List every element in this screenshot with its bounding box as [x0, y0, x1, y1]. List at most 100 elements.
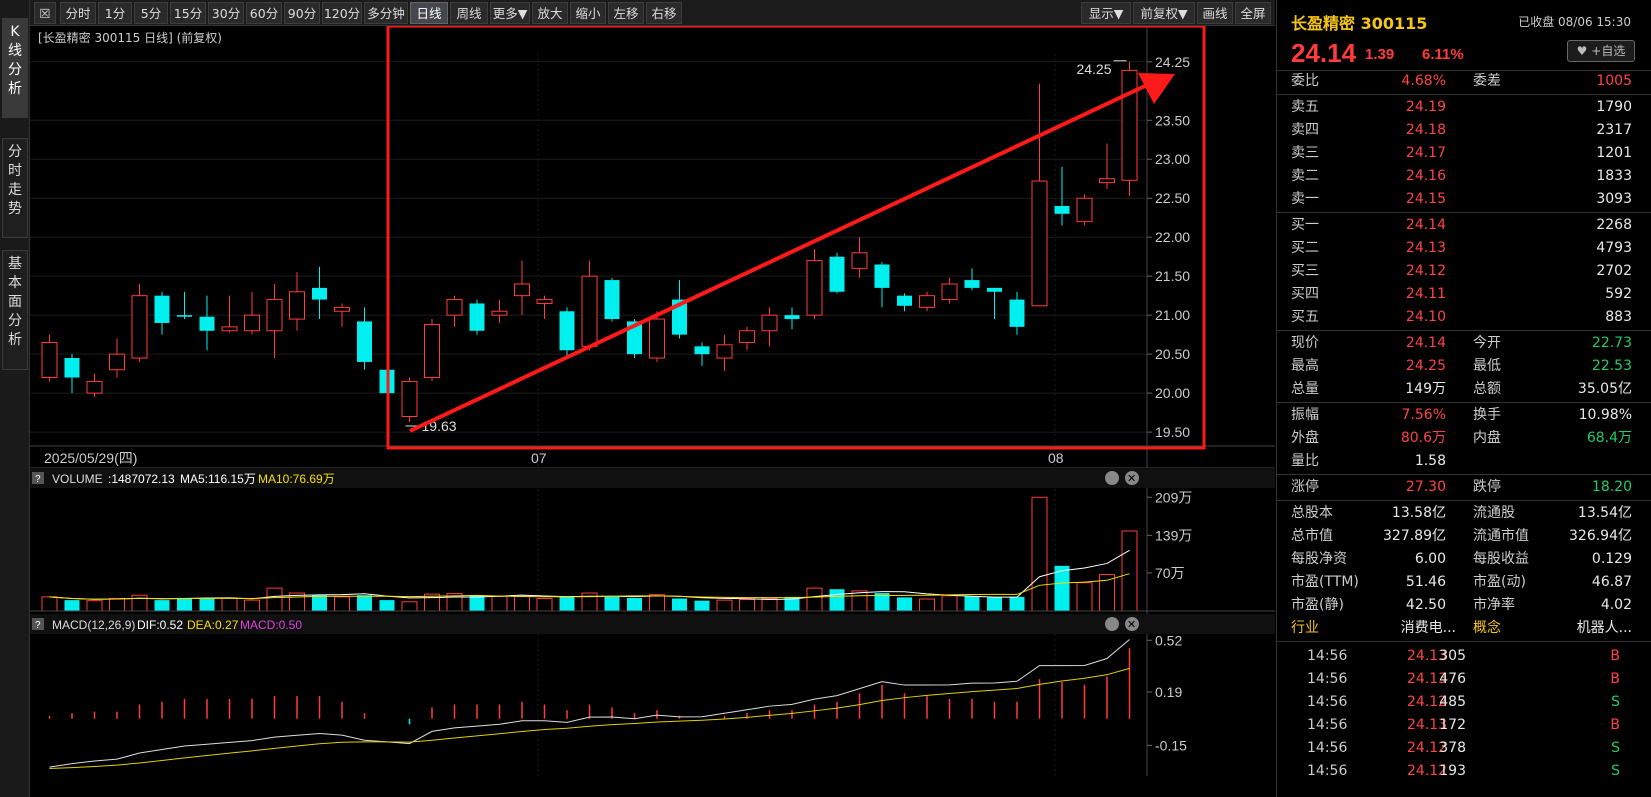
candle-body — [964, 280, 980, 288]
candle-body — [446, 299, 463, 316]
quote-cell: 193 — [1439, 763, 1466, 779]
volume-bar — [919, 598, 935, 612]
price-tick-label: 22.50 — [1155, 190, 1190, 206]
quote-cell: 80.6万 — [1400, 430, 1446, 446]
fundamental-row: 总股本 13.58亿 流通股 13.54亿 — [1277, 502, 1651, 525]
date-label: 07 — [531, 450, 547, 466]
heart-icon: ♥ — [1576, 44, 1588, 58]
kline-chart[interactable]: 24.25 23.50 23.00 22.50 22.00 21.50 21.00 20.50… — [30, 26, 1275, 776]
volume-bar — [851, 590, 868, 612]
ask-row: 卖一 24.15 3093 — [1277, 188, 1651, 211]
quote-cell: 35.05亿 — [1577, 381, 1632, 397]
quote-cell: 4.68% — [1401, 73, 1446, 89]
quote-cell: 22.73 — [1591, 335, 1632, 351]
quote-cell: 最低 — [1473, 358, 1501, 374]
quote-cell: 883 — [1605, 309, 1632, 325]
toolbar-right-item-3[interactable]: 全屏 — [1235, 2, 1271, 24]
toolbar-item-12[interactable]: 放大 — [532, 2, 568, 24]
volume-tick-label: 70万 — [1155, 565, 1185, 581]
toolbar-item-0[interactable]: 分时 — [60, 2, 96, 24]
candle-body — [806, 260, 823, 316]
toolbar-item-3[interactable]: 15分 — [170, 2, 206, 24]
toolbar-right-item-2[interactable]: 画线 — [1197, 2, 1233, 24]
toolbar-right-item-0[interactable]: 显示▼ — [1081, 2, 1131, 24]
quote-cell: 换手 — [1473, 407, 1501, 423]
quote-cell: 51.46 — [1405, 574, 1446, 590]
volume-bar — [312, 595, 327, 611]
quote-cell: 13.58亿 — [1391, 505, 1446, 521]
quote-cell: 机器人... — [1576, 620, 1632, 636]
volume-bar — [964, 596, 980, 611]
quote-cell: 3093 — [1596, 191, 1632, 207]
quote-cell: 378 — [1439, 740, 1466, 756]
toolbar-item-9[interactable]: 日线 — [410, 2, 448, 24]
toolbar-item-2[interactable]: 5分 — [134, 2, 168, 24]
candle-body — [177, 315, 192, 317]
quote-separator — [1277, 94, 1651, 95]
toolbar-item-13[interactable]: 缩小 — [570, 2, 606, 24]
volume-bar — [1009, 596, 1025, 611]
volume-bar — [334, 596, 350, 612]
candle-body — [987, 287, 1002, 292]
date-label: 08 — [1048, 450, 1064, 466]
candle-body — [1009, 299, 1025, 327]
trade-row: 14:56 24.13 172 B — [1277, 714, 1651, 737]
volume-bar — [244, 599, 260, 612]
limit-row: 涨停 27.30 跌停 18.20 — [1277, 476, 1651, 499]
quote-cell: 24.15 — [1405, 191, 1446, 207]
toolbar-item-7[interactable]: 120分 — [322, 2, 362, 24]
candle-body — [604, 280, 620, 320]
volume-bar — [131, 594, 148, 612]
quote-cell: 总市值 — [1291, 528, 1333, 544]
candle-body — [491, 310, 508, 316]
toolbar-item-4[interactable]: 30分 — [208, 2, 244, 24]
price-tick-label: 23.00 — [1155, 151, 1190, 167]
macd-dif: DIF:0.52 — [137, 618, 183, 632]
volume-bar — [761, 597, 778, 612]
volume-ma5-line — [49, 549, 1130, 600]
toolbar-item-1[interactable]: 1分 — [98, 2, 132, 24]
quote-cell: 市盈(静) — [1291, 597, 1344, 613]
volume-bar — [627, 597, 642, 611]
quote-cell: 46.87 — [1591, 574, 1632, 590]
volume-bar — [1121, 530, 1138, 612]
toolbar-item-5[interactable]: 60分 — [246, 2, 282, 24]
quote-cell: 14:56 — [1307, 740, 1348, 756]
toolbar-item-14[interactable]: 左移 — [608, 2, 644, 24]
tab-fundamentals[interactable]: 基本面分析 — [2, 250, 28, 370]
trade-row: 14:56 24.13 476 B — [1277, 668, 1651, 691]
quote-cell: 68.4万 — [1586, 430, 1632, 446]
bid-row: 买二 24.13 4793 — [1277, 237, 1651, 260]
quote-cell: 24.10 — [1405, 309, 1446, 325]
candle-body — [244, 314, 260, 332]
toolbar-right-item-1[interactable]: 前复权▼ — [1133, 2, 1195, 24]
toolbar-item-10[interactable]: 周线 — [450, 2, 488, 24]
tab-kline-analysis[interactable]: K线分析 — [2, 18, 28, 118]
toolbar-menu-button[interactable]: ☒ — [34, 2, 56, 24]
toolbar-item-11[interactable]: 更多▼ — [490, 2, 530, 24]
add-favorite-button[interactable]: ♥ +自选 — [1567, 40, 1635, 62]
volume-bar — [379, 600, 395, 611]
candle-body — [64, 358, 80, 378]
toolbar-item-6[interactable]: 90分 — [284, 2, 320, 24]
tab-intraday[interactable]: 分时走势 — [2, 138, 28, 238]
macd-tick-label: 0.19 — [1155, 684, 1182, 700]
candle-body — [1031, 180, 1048, 307]
price-change-pct: 6.11% — [1422, 46, 1464, 63]
price-tick-label: 21.50 — [1155, 268, 1190, 284]
toolbar-item-15[interactable]: 右移 — [646, 2, 682, 24]
quote-cell: 每股收益 — [1473, 551, 1529, 567]
candle-body — [357, 321, 372, 362]
volume-bar — [604, 596, 620, 611]
volume-bar — [64, 600, 80, 611]
last-price: 24.14 — [1291, 38, 1357, 68]
date-label: 2025/05/29(四) — [44, 450, 137, 466]
toolbar-item-8[interactable]: 多分钟 — [364, 2, 408, 24]
volume-bar — [266, 587, 283, 612]
quote-cell: B — [1610, 648, 1620, 664]
quote-cell: S — [1611, 740, 1620, 756]
quote-cell: 1005 — [1596, 73, 1632, 89]
candle-body — [694, 346, 710, 355]
quote-cell: 24.14 — [1405, 217, 1446, 233]
volume-bar — [469, 595, 485, 611]
